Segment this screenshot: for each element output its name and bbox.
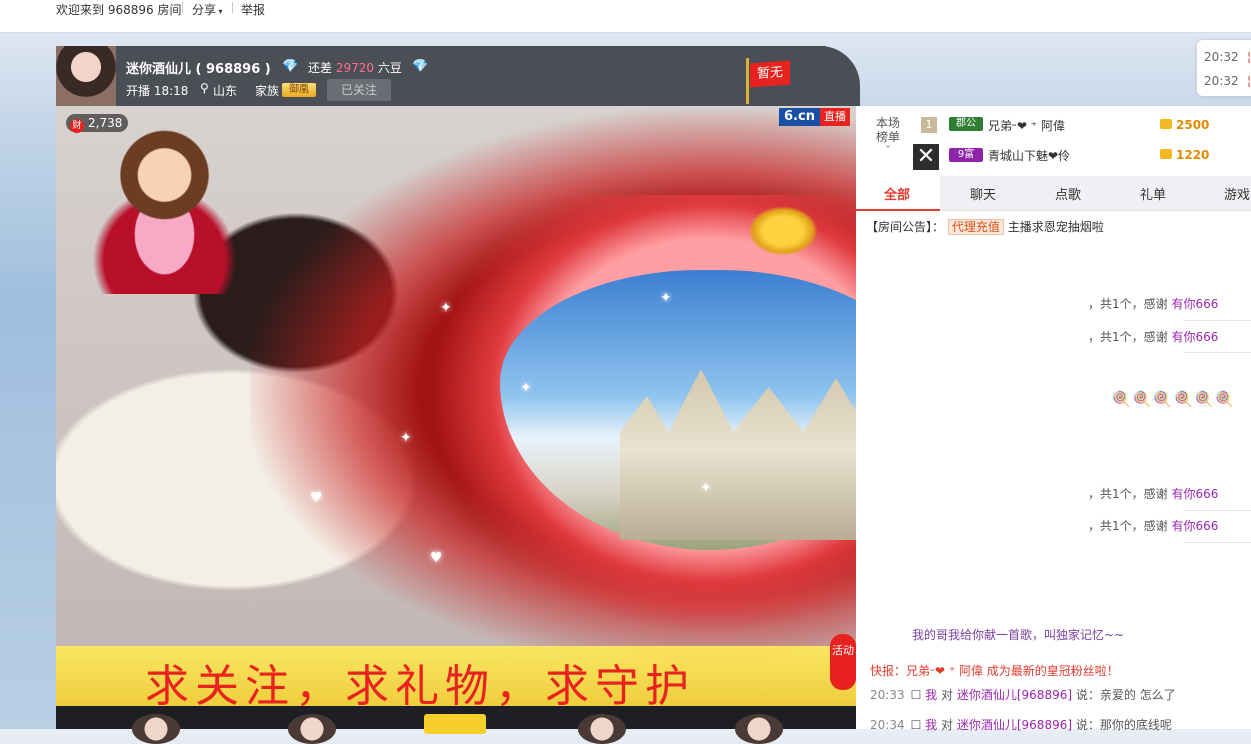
chevron-down-icon: ▾: [216, 7, 223, 16]
user-level-badge: 郡公: [949, 117, 983, 131]
rank-gold: 1220: [1160, 148, 1209, 162]
gold-icon: [1160, 149, 1172, 159]
chat-message: ，共1个，感谢 有你666: [1088, 519, 1219, 533]
live-time: 开播 18:18: [126, 84, 189, 98]
room-notice: 【房间公告】： 代理充值 主播求恩宠抽烟啦: [866, 219, 1104, 235]
tab-all[interactable]: 全部: [884, 184, 910, 203]
sparkle-icon: ✦: [400, 430, 412, 446]
anchor-location: 山东: [213, 84, 238, 98]
flag-pole: [746, 58, 749, 104]
heart-icon: ♥: [310, 490, 323, 506]
diamond-icon: 💎: [412, 59, 429, 74]
ranking-label[interactable]: 本场 榜单 ˅: [876, 116, 900, 158]
family-badge[interactable]: 御凰: [282, 83, 316, 97]
chat-message: ，共1个，感谢 有你666: [1088, 297, 1219, 311]
chevron-down-icon: ˅: [885, 144, 891, 158]
level-progress: 还差 29720 六豆: [308, 61, 402, 75]
lollipop-icons: 🍭🍭🍭🍭🍭🍭: [1112, 390, 1237, 408]
diamond-icon: 💎: [282, 59, 299, 74]
rank-gold: 2500: [1160, 118, 1209, 132]
close-icon[interactable]: ✕: [913, 144, 939, 170]
report-link[interactable]: 举报: [241, 1, 265, 18]
wealth-counter: 财 2,738: [66, 114, 128, 133]
rank-flag[interactable]: 暂无: [750, 60, 790, 88]
divider: [1185, 352, 1251, 353]
user-level-badge: 9富: [949, 148, 983, 162]
song-message: 我的哥我给你献一首歌，叫独家记忆~~: [912, 628, 1125, 642]
anchor-name[interactable]: 迷你酒仙儿 ( 968896 ): [126, 58, 271, 77]
anchor-header-tail: [790, 46, 860, 106]
timestamp: 20:32: [1204, 50, 1239, 64]
follow-button[interactable]: 已关注: [327, 79, 391, 101]
chat-message: ，共1个，感谢 有你666: [1088, 330, 1219, 344]
rank-user[interactable]: 青城山下魅❤伶: [988, 147, 1070, 164]
location-pin-icon: ⚲: [200, 81, 209, 95]
side-time-panel: 20:32 ¦ 20:32 ¦: [1197, 40, 1251, 96]
chat-message: 20:33 ☐ 我 对 迷你酒仙儿[968896] 说：亲爱的 怎么了: [870, 688, 1176, 702]
divider: [232, 2, 233, 13]
welcome-text: 欢迎来到 968896 房间: [56, 3, 182, 17]
site-logo: 6.cn 直播: [779, 108, 850, 126]
divider: [182, 2, 183, 13]
gold-icon: [1160, 119, 1172, 129]
recharge-link[interactable]: 代理充值: [947, 219, 1004, 235]
divider: [1185, 510, 1251, 511]
sparkle-icon: ✦: [700, 480, 712, 496]
guard-avatar[interactable]: [132, 714, 180, 744]
wealth-icon: 财: [70, 119, 84, 133]
rank-number: 1: [921, 117, 937, 133]
message-icon: ☐: [910, 688, 926, 702]
sparkle-icon: ✦: [660, 290, 672, 306]
message-icon: ☐: [910, 718, 926, 732]
tab-games[interactable]: 游戏: [1224, 184, 1250, 203]
tab-songs[interactable]: 点歌: [1055, 184, 1081, 203]
sparkle-icon: ✦: [520, 380, 532, 396]
divider: [1185, 320, 1251, 321]
family-label: 家族: [255, 84, 280, 98]
top-bar: 欢迎来到 968896 房间 分享 ▾ 举报: [0, 0, 1251, 33]
heart-icon: ♥: [430, 550, 443, 566]
guard-avatar[interactable]: [288, 714, 336, 744]
crown-icon[interactable]: [424, 714, 486, 734]
guard-avatar[interactable]: [578, 714, 626, 744]
share-link[interactable]: 分享 ▾: [192, 1, 223, 18]
gift-animation-bow: [748, 206, 818, 256]
sparkle-icon: ✦: [440, 300, 452, 316]
doll-decoration: [82, 124, 247, 294]
tab-gifts[interactable]: 礼单: [1140, 184, 1166, 203]
chat-message: 20:34 ☐ 我 对 迷你酒仙儿[968896] 说：那你的底线呢: [870, 718, 1172, 732]
flash-news: 快报：兄弟ᵕ❤ ⁺ 阿偉 成为最新的皇冠粉丝啦！: [870, 664, 1119, 678]
tab-chat[interactable]: 聊天: [970, 184, 996, 203]
divider: [1185, 542, 1251, 543]
activity-button[interactable]: 活动: [830, 634, 856, 690]
guard-avatar[interactable]: [735, 714, 783, 744]
chat-message: ，共1个，感谢 有你666: [1088, 487, 1219, 501]
anchor-avatar[interactable]: [56, 46, 116, 106]
banner-text: 求关注，求礼物，求守护: [145, 661, 695, 712]
timestamp: 20:32: [1204, 74, 1239, 88]
rank-user[interactable]: 兄弟ᵕ❤ ⁺ 阿偉: [988, 117, 1065, 134]
